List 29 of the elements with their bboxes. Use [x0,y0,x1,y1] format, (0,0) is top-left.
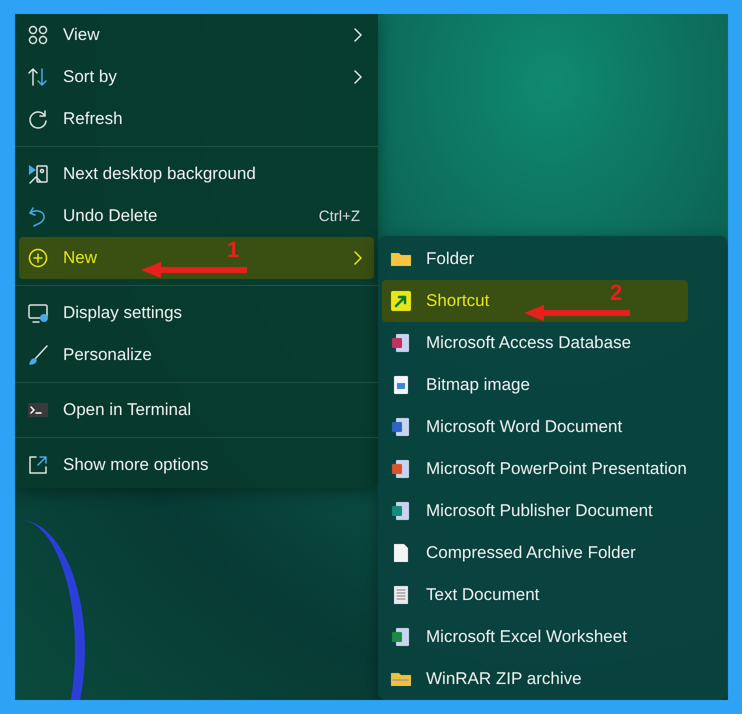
menu-item[interactable]: Compressed Archive Folder [382,532,724,574]
menu-item[interactable]: Undo Delete Ctrl+Z [19,195,374,237]
menu-item[interactable]: WinRAR ZIP archive [382,658,724,700]
menu-item[interactable]: New 1 [19,237,374,279]
menu-item[interactable]: Text Document [382,574,724,616]
grid-icon [27,24,49,46]
menu-item[interactable]: Display settings [19,292,374,334]
brush-icon [27,344,49,366]
menu-item[interactable]: Microsoft Publisher Document [382,490,724,532]
menu-item[interactable]: Refresh [19,98,374,140]
menu-item[interactable]: Microsoft PowerPoint Presentation [382,448,724,490]
menu-item[interactable]: Microsoft Excel Worksheet [382,616,724,658]
menu-item[interactable]: Personalize [19,334,374,376]
plus-circle-icon [27,247,49,269]
menu-item[interactable]: Folder [382,238,724,280]
menu-item[interactable]: Next desktop background [19,153,374,195]
refresh-icon [27,108,49,130]
menu-item[interactable]: View [19,14,374,56]
expand-icon [27,454,49,476]
menu-item[interactable]: Shortcut 2 [382,280,688,322]
shortcut-text: Ctrl+Z [318,208,360,224]
menu-item[interactable]: Microsoft Word Document [382,406,724,448]
menu-item[interactable]: Microsoft Access Database [382,322,724,364]
menu-item[interactable]: Sort by [19,56,374,98]
picture-icon [27,163,49,185]
sort-arrows-icon [27,66,49,88]
menu-item[interactable]: Bitmap image [382,364,724,406]
menu-item[interactable]: Show more options [19,444,374,486]
menu-item[interactable]: Open in Terminal [19,389,374,431]
